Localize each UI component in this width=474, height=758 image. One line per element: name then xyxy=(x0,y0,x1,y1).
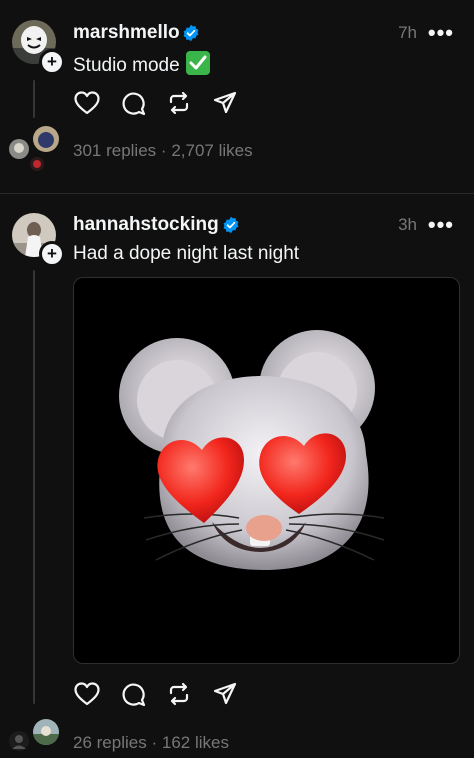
post-username[interactable]: hannahstocking xyxy=(73,214,219,236)
thread-line xyxy=(33,270,35,704)
comment-button[interactable] xyxy=(119,89,147,117)
post-timestamp: 7h xyxy=(398,23,417,42)
reply-avatar xyxy=(30,157,44,171)
post-username[interactable]: marshmello xyxy=(73,22,180,44)
heart-icon xyxy=(74,682,100,706)
thread-post-marshmello: + marshmello 7h ••• Studio mode 301 repl… xyxy=(0,0,474,194)
replies-count[interactable]: 301 replies xyxy=(73,141,156,160)
like-button[interactable] xyxy=(73,89,101,117)
heart-icon xyxy=(74,91,100,115)
post-text: Studio mode xyxy=(73,51,210,77)
likes-count[interactable]: 2,707 likes xyxy=(171,141,252,160)
replies-count[interactable]: 26 replies xyxy=(73,733,147,752)
comment-icon xyxy=(122,683,146,707)
repost-button[interactable] xyxy=(165,680,193,708)
post-actions xyxy=(73,89,239,117)
reply-avatar xyxy=(33,126,59,152)
stats-separator: · xyxy=(160,141,167,160)
post-stats: 26 replies · 162 likes xyxy=(73,733,229,753)
repost-button[interactable] xyxy=(165,89,193,117)
post-media-image[interactable] xyxy=(73,277,460,664)
reply-avatar xyxy=(9,731,29,751)
check-emoji-icon xyxy=(185,51,210,75)
mouse-memoji-image xyxy=(119,330,385,570)
share-icon xyxy=(213,682,237,705)
post-text: Had a dope night last night xyxy=(73,243,300,264)
thread-line xyxy=(33,80,35,118)
post-timestamp: 3h xyxy=(398,215,417,234)
share-button[interactable] xyxy=(211,89,239,117)
repost-icon xyxy=(169,682,189,706)
comment-button[interactable] xyxy=(119,680,147,708)
reply-avatar xyxy=(33,719,59,745)
post-actions xyxy=(73,680,239,708)
repost-icon xyxy=(169,91,189,115)
verified-badge-icon xyxy=(223,216,239,234)
stats-separator: · xyxy=(151,733,158,752)
more-options-button[interactable]: ••• xyxy=(428,212,454,238)
post-text-content: Studio mode xyxy=(73,55,180,76)
likes-count[interactable]: 162 likes xyxy=(162,733,229,752)
reply-avatar xyxy=(9,139,29,159)
share-icon xyxy=(213,91,237,114)
follow-plus-icon[interactable]: + xyxy=(39,241,65,267)
more-options-button[interactable]: ••• xyxy=(428,20,454,46)
verified-badge-icon xyxy=(183,24,199,42)
like-button[interactable] xyxy=(73,680,101,708)
follow-plus-icon[interactable]: + xyxy=(39,49,65,75)
comment-icon xyxy=(122,92,146,116)
post-stats: 301 replies · 2,707 likes xyxy=(73,141,253,161)
share-button[interactable] xyxy=(211,680,239,708)
